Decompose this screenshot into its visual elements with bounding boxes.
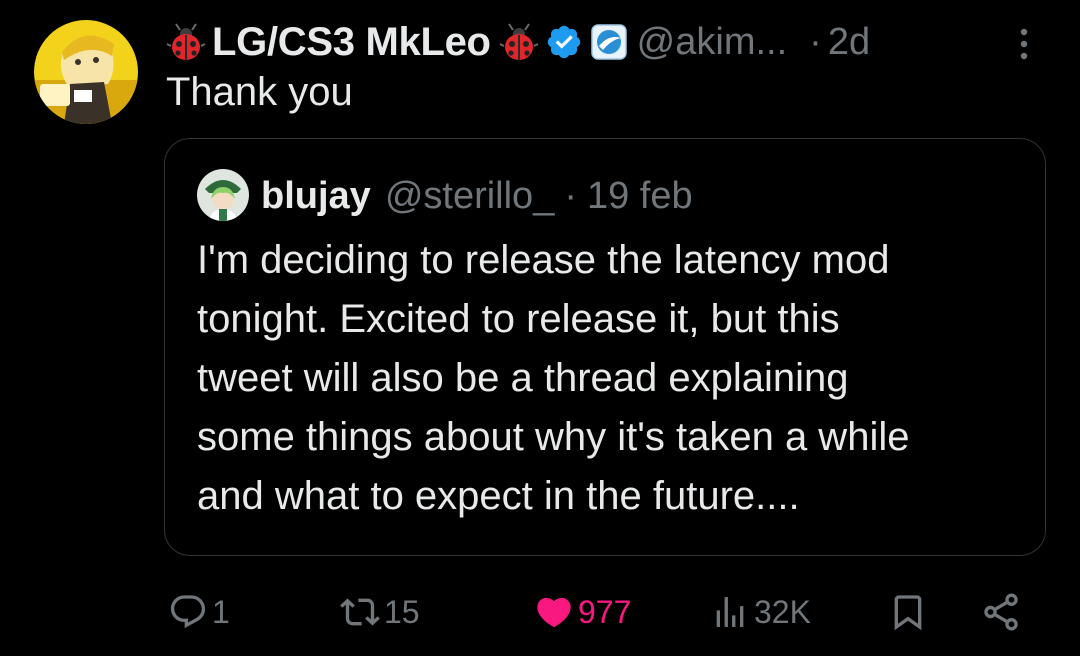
bookmark-icon — [888, 592, 928, 632]
like-button[interactable]: 977 — [534, 584, 631, 640]
tweet-text: Thank you — [166, 70, 353, 114]
share-button[interactable] — [980, 584, 1022, 640]
repost-icon — [340, 592, 380, 632]
ladybug-icon — [166, 22, 206, 62]
quoted-tweet-text-line: tweet will also be a thread explaining — [197, 356, 849, 400]
heart-filled-icon — [534, 592, 574, 632]
quoted-author-avatar[interactable] — [197, 169, 249, 221]
verified-badge-icon[interactable] — [545, 23, 583, 61]
quoted-tweet-timestamp[interactable]: 19 feb — [587, 175, 693, 218]
views-icon — [710, 592, 750, 632]
tweet-header: LG/CS3 MkLeo @akim... · 2d — [166, 14, 870, 70]
quoted-tweet-text: I'm deciding to release the latency mod … — [197, 231, 1027, 526]
repost-count: 15 — [384, 593, 420, 630]
author-avatar[interactable] — [34, 20, 138, 124]
quoted-tweet-text-line: some things about why it's taken a while — [197, 415, 910, 459]
separator-dot: · — [564, 174, 577, 217]
reply-button[interactable]: 1 — [168, 584, 230, 640]
author-handle[interactable]: @akim... — [637, 21, 787, 64]
reply-count: 1 — [212, 593, 230, 630]
repost-button[interactable]: 15 — [340, 584, 420, 640]
view-count: 32K — [754, 593, 811, 630]
quoted-tweet-text-line: tonight. Excited to release it, but this — [197, 297, 840, 341]
author-display-name[interactable]: LG/CS3 MkLeo — [212, 20, 491, 65]
tweet-timestamp[interactable]: 2d — [828, 21, 870, 64]
share-icon — [980, 591, 1022, 633]
quoted-tweet-text-line: and what to expect in the future.... — [197, 474, 800, 518]
affiliate-badge-icon[interactable] — [590, 24, 627, 60]
tweet[interactable]: LG/CS3 MkLeo @akim... · 2d Thank you blu… — [0, 0, 1080, 656]
quoted-tweet-header: blujay @sterillo_ · 19 feb — [261, 169, 693, 223]
like-count: 977 — [578, 593, 632, 630]
action-bar: 1 15 977 32K — [0, 584, 1080, 640]
ladybug-icon — [499, 22, 539, 62]
quoted-author-handle[interactable]: @sterillo_ — [385, 175, 555, 218]
separator-dot: · — [809, 20, 822, 63]
reply-icon — [168, 592, 208, 632]
quoted-tweet-text-line: I'm deciding to release the latency mod — [197, 238, 890, 282]
quoted-tweet[interactable]: blujay @sterillo_ · 19 feb I'm deciding … — [164, 138, 1046, 556]
more-options-icon[interactable] — [1014, 24, 1034, 64]
views-button[interactable]: 32K — [710, 584, 811, 640]
bookmark-button[interactable] — [888, 584, 928, 640]
quoted-author-display-name[interactable]: blujay — [261, 175, 371, 218]
